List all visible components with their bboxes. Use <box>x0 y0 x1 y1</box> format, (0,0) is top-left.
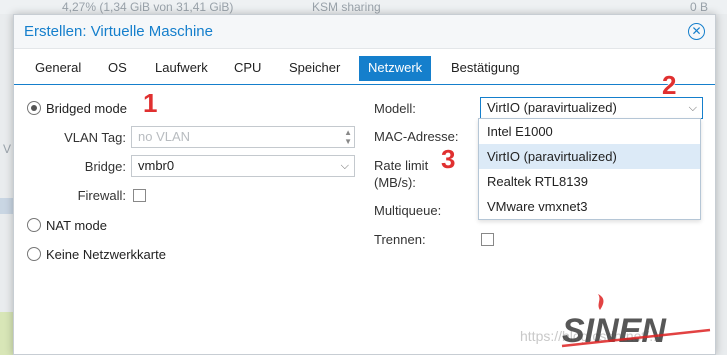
model-option-vmxnet3[interactable]: VMware vmxnet3 <box>479 194 700 219</box>
bridged-mode-label: Bridged mode <box>46 101 127 116</box>
firewall-checkbox[interactable] <box>133 189 146 202</box>
model-label: Modell: <box>374 101 416 116</box>
chevron-down-icon[interactable]: ⌵ <box>341 156 349 176</box>
spinner-icon[interactable]: ▲ ▼ <box>344 128 352 146</box>
rate-limit-label-line1: Rate limit <box>374 158 429 173</box>
close-icon[interactable]: ✕ <box>688 23 705 40</box>
model-option-rtl8139[interactable]: Realtek RTL8139 <box>479 169 700 194</box>
tab-laufwerk[interactable]: Laufwerk <box>146 56 217 81</box>
tab-os[interactable]: OS <box>99 56 136 81</box>
background-status-strip: 4,27% (1,34 GiB von 31,41 GiB) KSM shari… <box>0 0 727 14</box>
watermark-logo: SINEN <box>561 294 711 350</box>
tab-bestaetigung[interactable]: Bestätigung <box>442 56 529 81</box>
model-value: VirtIO (paravirtualized) <box>487 100 617 115</box>
rate-limit-label-line2: (MB/s): <box>374 175 416 190</box>
vlan-tag-label: VLAN Tag: <box>64 130 126 145</box>
ksm-sharing-text: KSM sharing <box>312 0 381 14</box>
dialog-header: Erstellen: Virtuelle Maschine ✕ <box>14 15 715 49</box>
annotation-number: 2 <box>661 69 677 101</box>
chevron-down-icon[interactable]: ⌵ <box>689 98 697 118</box>
background-side-letter: V <box>3 142 12 156</box>
tab-general[interactable]: General <box>26 56 90 81</box>
annotation-number: 3 <box>440 143 456 175</box>
vlan-tag-placeholder: no VLAN <box>138 129 191 144</box>
model-option-e1000[interactable]: Intel E1000 <box>479 119 700 144</box>
background-green-block <box>0 312 13 355</box>
vlan-tag-input[interactable]: no VLAN ▲ ▼ <box>131 126 355 148</box>
no-nic-label: Keine Netzwerkkarte <box>46 247 166 262</box>
memory-usage-text: 4,27% (1,34 GiB von 31,41 GiB) <box>62 0 234 14</box>
model-option-virtio[interactable]: VirtIO (paravirtualized) <box>479 144 700 169</box>
bridge-select[interactable]: vmbr0 ⌵ <box>131 155 355 177</box>
annotation-number: 1 <box>142 87 158 119</box>
disconnect-label: Trennen: <box>374 232 426 247</box>
ksm-value-text: 0 B <box>690 0 709 14</box>
nat-mode-label: NAT mode <box>46 218 107 233</box>
bridge-label: Bridge: <box>84 159 126 174</box>
tab-bar: General OS Laufwerk CPU Speicher Netzwer… <box>14 50 715 85</box>
no-nic-radio[interactable] <box>27 247 41 261</box>
bridged-mode-radio[interactable] <box>27 101 41 115</box>
nat-mode-radio[interactable] <box>27 218 41 232</box>
tab-cpu[interactable]: CPU <box>225 56 270 81</box>
disconnect-checkbox[interactable] <box>481 233 494 246</box>
tab-speicher[interactable]: Speicher <box>280 56 349 81</box>
firewall-label: Firewall: <box>77 188 126 203</box>
background-selection-block <box>0 198 13 214</box>
model-dropdown-list: Intel E1000 VirtIO (paravirtualized) Rea… <box>478 118 701 220</box>
tab-netzwerk[interactable]: Netzwerk <box>359 56 432 81</box>
background-sidebar: V <box>0 14 13 355</box>
bridge-value: vmbr0 <box>138 158 175 173</box>
mac-address-label: MAC-Adresse: <box>374 129 459 144</box>
dialog-title: Erstellen: Virtuelle Maschine <box>24 23 213 40</box>
multiqueue-label: Multiqueue: <box>374 203 442 218</box>
